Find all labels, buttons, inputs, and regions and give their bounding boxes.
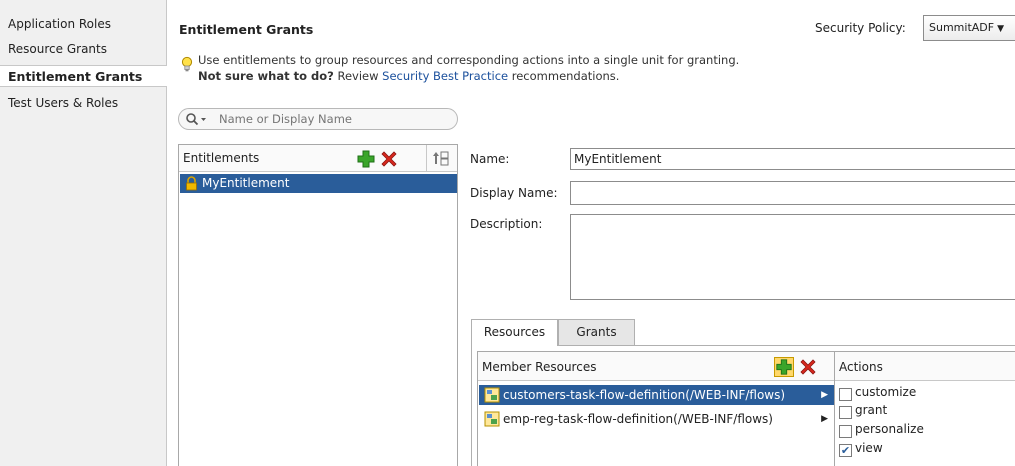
resource-row-emp-reg[interactable]: emp-reg-task-flow-definition(/WEB-INF/fl… (479, 409, 834, 429)
action-view[interactable]: ✔ view (837, 441, 883, 459)
action-label: grant (855, 403, 888, 417)
name-field[interactable] (570, 148, 1015, 170)
entitlements-label: Entitlements (183, 151, 260, 165)
action-grant[interactable]: grant (837, 403, 887, 421)
resource-label: customers-task-flow-definition(/WEB-INF/… (503, 388, 786, 402)
resource-label: emp-reg-task-flow-definition(/WEB-INF/fl… (503, 412, 773, 426)
task-flow-icon (484, 387, 500, 409)
action-label: customize (855, 385, 917, 399)
action-label: personalize (855, 422, 924, 436)
display-name-field[interactable] (570, 181, 1015, 205)
entitlement-name: MyEntitlement (202, 176, 290, 190)
left-nav: Application Roles Resource Grants Entitl… (0, 0, 167, 466)
personalize-checkbox[interactable] (839, 425, 852, 438)
hint-text: Use entitlements to group resources and … (198, 53, 740, 67)
resource-row-customers[interactable]: customers-task-flow-definition(/WEB-INF/… (479, 385, 834, 405)
grant-checkbox[interactable] (839, 406, 852, 419)
search-box (178, 108, 458, 130)
search-input[interactable] (219, 111, 449, 127)
nav-item-application-roles[interactable]: Application Roles (0, 13, 167, 35)
task-flow-icon (484, 411, 500, 433)
actions-header: Actions (835, 352, 1015, 381)
name-label: Name: (470, 152, 510, 166)
actions-label: Actions (839, 360, 883, 374)
add-resource-icon[interactable] (774, 357, 794, 377)
member-resources-label: Member Resources (482, 360, 597, 374)
customize-checkbox[interactable] (839, 388, 852, 401)
display-name-label: Display Name: (470, 186, 558, 200)
hint-tail-text: recommendations. (508, 69, 620, 83)
security-best-practice-link[interactable]: Security Best Practice (382, 69, 508, 83)
description-field[interactable] (570, 214, 1015, 300)
entitlement-row-selected[interactable]: MyEntitlement (180, 174, 457, 193)
dropdown-arrow-icon: ▼ (997, 24, 1004, 34)
description-label: Description: (470, 217, 543, 231)
entitlements-header: Entitlements (179, 145, 457, 172)
nav-item-resource-grants[interactable]: Resource Grants (0, 38, 167, 60)
nav-item-test-users-roles[interactable]: Test Users & Roles (0, 92, 167, 114)
expand-arrow-icon[interactable]: ▶ (821, 409, 828, 429)
nav-item-entitlement-grants[interactable]: Entitlement Grants (0, 65, 167, 87)
action-customize[interactable]: customize (837, 385, 916, 403)
lock-icon (185, 176, 198, 197)
search-icon[interactable] (185, 112, 211, 129)
hint-help-line: Not sure what to do? Review Security Bes… (198, 69, 619, 83)
page-title: Entitlement Grants (179, 22, 314, 37)
member-resources-panel: Member Resources customers-task-flow-def… (477, 351, 835, 466)
hint-review-text: Review (333, 69, 383, 83)
hint-question: Not sure what to do? (198, 69, 334, 83)
security-policy-select[interactable]: SummitADF ▼ (923, 15, 1015, 41)
security-policy-value: SummitADF (929, 21, 995, 34)
add-icon[interactable] (356, 149, 376, 169)
member-resources-header: Member Resources (478, 352, 834, 381)
entitlements-panel: Entitlements MyEntitlement (178, 144, 458, 466)
delete-icon[interactable] (379, 149, 399, 169)
sort-icon[interactable] (426, 145, 456, 171)
remove-resource-icon[interactable] (798, 357, 818, 377)
action-label: view (855, 441, 883, 455)
expand-arrow-icon[interactable]: ▶ (821, 385, 828, 405)
security-policy-label: Security Policy: (815, 21, 906, 35)
tab-grants[interactable]: Grants (558, 319, 635, 345)
view-checkbox[interactable]: ✔ (839, 444, 852, 457)
lightbulb-icon (181, 56, 193, 76)
tab-resources[interactable]: Resources (471, 319, 558, 346)
actions-panel: Actions customize grant personalize ✔ vi… (834, 351, 1015, 466)
action-personalize[interactable]: personalize (837, 422, 924, 440)
